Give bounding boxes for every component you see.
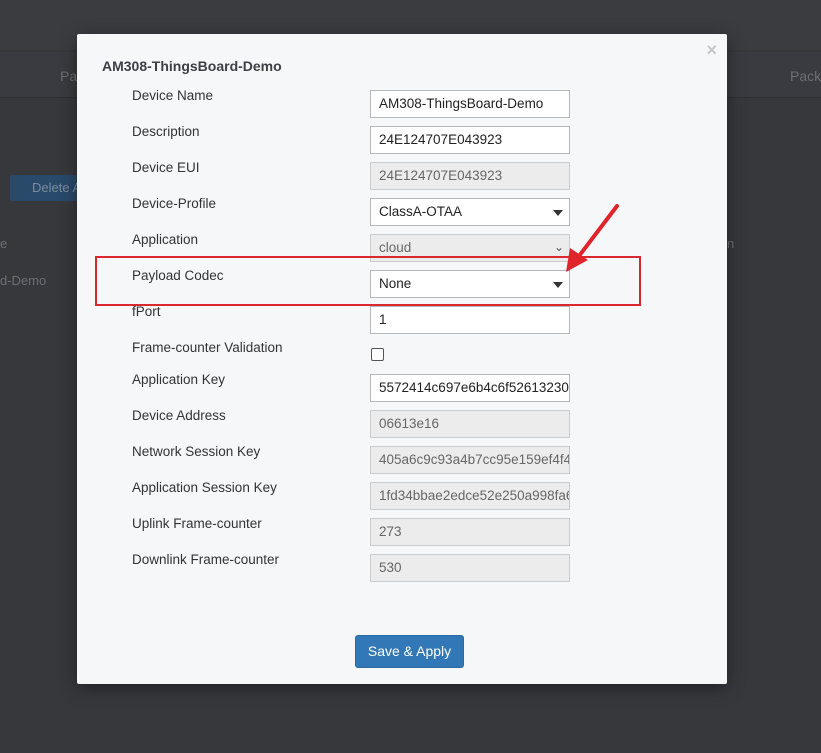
tab-packet-2: Pack (790, 68, 821, 84)
device-address-input: 06613e16 (370, 410, 570, 438)
close-icon[interactable]: × (706, 40, 717, 61)
fport-label: fPort (132, 304, 161, 319)
application-session-key-label: Application Session Key (132, 480, 277, 495)
field-fport: fPort 1 (77, 304, 727, 334)
annotation-arrow-icon (566, 204, 619, 272)
field-description: Description 24E124707E043923 (77, 124, 727, 154)
field-uplink-frame-counter: Uplink Frame-counter 273 (77, 516, 727, 546)
modal-title: AM308-ThingsBoard-Demo (102, 58, 282, 74)
table-row: d-Demo (0, 273, 47, 288)
field-device-address: Device Address 06613e16 (77, 408, 727, 438)
device-name-label: Device Name (132, 88, 214, 103)
field-device-eui: Device EUI 24E124707E043923 (77, 160, 727, 190)
field-downlink-frame-counter: Downlink Frame-counter 530 (77, 552, 727, 582)
field-frame-counter-validation: Frame-counter Validation (77, 340, 727, 370)
application-session-key-input: 1fd34bbae2edce52e250a998fa6 (370, 482, 570, 510)
uplink-frame-counter-input: 273 (370, 518, 570, 546)
downlink-frame-counter-input: 530 (370, 554, 570, 582)
network-session-key-label: Network Session Key (132, 444, 261, 459)
field-application-session-key: Application Session Key 1fd34bbae2edce52… (77, 480, 727, 510)
field-network-session-key: Network Session Key 405a6c9c93a4b7cc95e1… (77, 444, 727, 474)
application-value: cloud (379, 240, 412, 255)
device-address-label: Device Address (132, 408, 226, 423)
save-apply-button[interactable]: Save & Apply (355, 635, 464, 668)
tab-packet: Pa (60, 68, 78, 84)
device-edit-modal: AM308-ThingsBoard-Demo × Device Name AM3… (77, 34, 727, 684)
downlink-frame-counter-label: Downlink Frame-counter (132, 552, 280, 567)
frame-counter-validation-label: Frame-counter Validation (132, 340, 283, 355)
device-name-input[interactable]: AM308-ThingsBoard-Demo (370, 90, 570, 118)
description-label: Description (132, 124, 200, 139)
table-header-action: n (727, 236, 735, 251)
device-profile-select[interactable]: ClassA-OTAA (370, 198, 570, 226)
application-key-label: Application Key (132, 372, 226, 387)
field-application-key: Application Key 5572414c697e6b4c6f526132… (77, 372, 727, 402)
uplink-frame-counter-label: Uplink Frame-counter (132, 516, 262, 531)
device-eui-input: 24E124707E043923 (370, 162, 570, 190)
field-device-name: Device Name AM308-ThingsBoard-Demo (77, 88, 727, 118)
description-input[interactable]: 24E124707E043923 (370, 126, 570, 154)
device-eui-label: Device EUI (132, 160, 200, 175)
fport-input[interactable]: 1 (370, 306, 570, 334)
device-profile-label: Device-Profile (132, 196, 217, 211)
table-header-name: e (0, 236, 8, 251)
application-key-input[interactable]: 5572414c697e6b4c6f52613230 (370, 374, 570, 402)
network-session-key-input: 405a6c9c93a4b7cc95e159ef4f4 (370, 446, 570, 474)
delete-button: Delete A (10, 175, 80, 201)
application-label: Application (132, 232, 199, 247)
device-profile-value: ClassA-OTAA (379, 204, 463, 219)
frame-counter-validation-checkbox[interactable] (371, 348, 384, 361)
